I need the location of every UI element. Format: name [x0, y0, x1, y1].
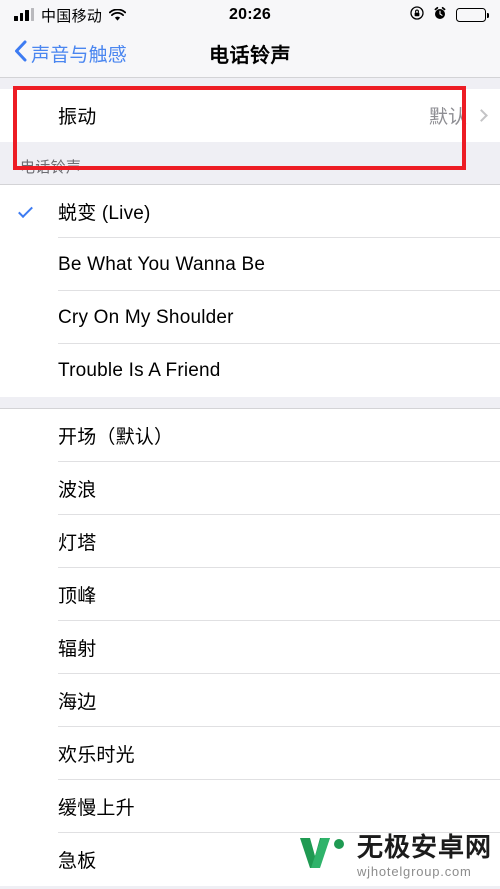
watermark-url: wjhotelgroup.com — [356, 863, 472, 879]
status-bar-right — [410, 5, 490, 25]
stock-ringtone-label: 灯塔 — [58, 533, 97, 554]
spacer-top — [0, 78, 500, 89]
vibration-row[interactable]: 振动 默认 — [0, 89, 500, 142]
custom-ringtone-label: Be What You Wanna Be — [58, 253, 266, 275]
stock-ringtone-label: 缓慢上升 — [58, 798, 135, 819]
stock-ringtone-label: 波浪 — [58, 480, 97, 501]
watermark: 无极安卓网 wjhotelgroup.com — [296, 832, 492, 879]
custom-ringtone-list: 蜕变 (Live) Be What You Wanna Be Cry On My S… — [0, 185, 500, 397]
wj-logo-icon — [296, 832, 348, 879]
alarm-clock-icon — [433, 6, 447, 25]
custom-ringtone-row[interactable]: Trouble Is A Friend — [0, 344, 500, 397]
vibration-value: 默认 — [428, 107, 467, 128]
stock-ringtone-row[interactable]: 欢乐时光 — [0, 727, 500, 780]
watermark-text: 无极安卓网 wjhotelgroup.com — [357, 834, 492, 878]
group-gap — [0, 397, 500, 408]
stock-ringtone-row[interactable]: 海边 — [0, 674, 500, 727]
signal-bars-icon — [14, 8, 34, 21]
stock-ringtone-row[interactable]: 辐射 — [0, 621, 500, 674]
phone-screen: 中国移动 20:26 声音与触感 电话铃声 振动 默认 电话铃声 蜕变 (Liv… — [0, 0, 500, 889]
checkmark-icon — [18, 202, 33, 218]
stock-ringtone-row[interactable]: 缓慢上升 — [0, 780, 500, 833]
chevron-left-icon — [14, 40, 27, 67]
stock-ringtone-label: 海边 — [58, 692, 97, 713]
chevron-right-icon — [475, 109, 488, 122]
stock-ringtone-row[interactable]: 开场（默认） — [0, 409, 500, 462]
custom-ringtone-label: Trouble Is A Friend — [58, 359, 221, 381]
stock-ringtone-row[interactable]: 顶峰 — [0, 568, 500, 621]
navigation-bar: 声音与触感 电话铃声 — [0, 30, 500, 78]
battery-full-icon — [456, 8, 490, 22]
custom-ringtone-label: 蜕变 (Live) — [58, 203, 151, 224]
wifi-icon — [109, 8, 127, 22]
stock-ringtone-row[interactable]: 波浪 — [0, 462, 500, 515]
watermark-name: 无极安卓网 — [356, 831, 492, 862]
custom-ringtone-row[interactable]: 蜕变 (Live) — [0, 185, 500, 238]
stock-ringtone-list: 开场（默认） 波浪 灯塔 顶峰 辐射 海边 欢乐时光 缓慢上升 急板 — [0, 409, 500, 886]
status-bar-left: 中国移动 — [14, 5, 127, 26]
carrier-label: 中国移动 — [41, 7, 103, 25]
stock-ringtone-label: 开场（默认） — [58, 427, 174, 448]
ringtone-section-header: 电话铃声 — [0, 142, 500, 184]
settings-scroll-area[interactable]: 振动 默认 电话铃声 蜕变 (Live) Be What You Wanna Be… — [0, 78, 500, 889]
stock-ringtone-label: 欢乐时光 — [58, 745, 135, 766]
status-bar: 中国移动 20:26 — [0, 0, 500, 30]
stock-ringtone-row[interactable]: 灯塔 — [0, 515, 500, 568]
rotation-lock-icon — [410, 5, 424, 25]
back-button[interactable]: 声音与触感 — [14, 40, 127, 67]
custom-ringtone-row[interactable]: Be What You Wanna Be — [0, 238, 500, 291]
custom-ringtone-label: Cry On My Shoulder — [58, 306, 234, 328]
back-button-label: 声音与触感 — [31, 45, 128, 66]
clock-label: 20:26 — [229, 6, 271, 23]
stock-ringtone-label: 顶峰 — [58, 586, 97, 607]
custom-ringtone-row[interactable]: Cry On My Shoulder — [0, 291, 500, 344]
stock-ringtone-label: 辐射 — [58, 639, 97, 660]
vibration-label: 振动 — [58, 107, 97, 128]
vibration-group: 振动 默认 — [0, 89, 500, 142]
